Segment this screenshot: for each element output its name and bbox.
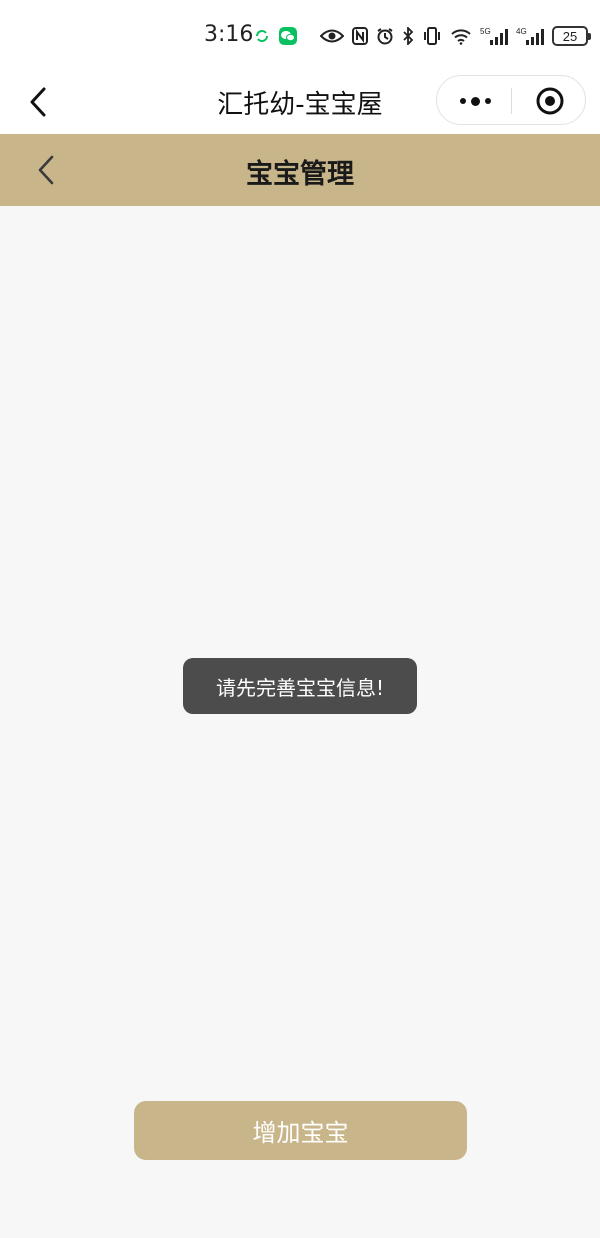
add-baby-button[interactable]: 增加宝宝 — [134, 1101, 467, 1160]
page-title: 宝宝管理 — [246, 159, 354, 190]
more-icon-right — [484, 98, 491, 104]
nfc-icon — [352, 27, 368, 45]
content-area — [0, 206, 600, 1238]
status-bar: 3:16 5G 4G 25 — [0, 0, 600, 70]
signal-4g-icon: 4G — [516, 26, 544, 46]
eye-icon — [320, 28, 344, 44]
wechat-icon — [278, 26, 298, 46]
alarm-icon — [376, 27, 394, 45]
bluetooth-icon — [402, 27, 414, 45]
more-icon — [459, 98, 466, 104]
battery-icon: 25 — [552, 26, 591, 46]
toast-message: 请先完善宝宝信息! — [183, 658, 417, 714]
target-close-icon — [536, 87, 564, 115]
more-icon-center — [470, 96, 480, 106]
close-mini-program-button[interactable] — [535, 86, 565, 116]
page-header: 宝宝管理 — [0, 134, 600, 206]
capsule-divider — [511, 88, 512, 114]
status-time: 3:16 — [204, 22, 254, 47]
status-icons: 5G 4G 25 — [254, 24, 591, 48]
wifi-icon — [450, 27, 472, 45]
svg-text:4G: 4G — [516, 27, 527, 36]
mini-program-bar: 汇托幼-宝宝屋 — [0, 70, 600, 134]
sync-icon — [254, 28, 270, 44]
mini-program-capsule — [436, 75, 586, 125]
vibrate-icon — [422, 27, 442, 45]
more-button[interactable] — [455, 86, 495, 116]
signal-5g-icon: 5G — [480, 26, 508, 46]
svg-text:5G: 5G — [480, 27, 491, 36]
